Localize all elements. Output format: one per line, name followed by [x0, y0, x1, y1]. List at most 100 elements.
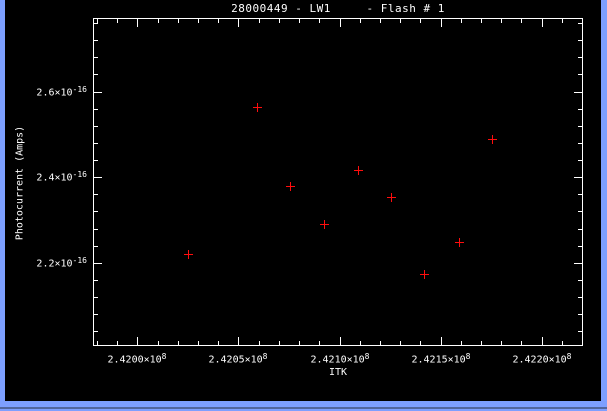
axis-tick — [582, 341, 583, 345]
axis-tick — [562, 341, 563, 345]
axis-tick — [178, 19, 179, 23]
idl-plot-window: 28000449 - LW1 - Flash # 1 2.4200×108 2.4… — [0, 0, 607, 411]
axis-tick — [94, 92, 102, 93]
axis-tick — [158, 19, 159, 23]
data-point-marker — [253, 103, 262, 112]
data-point-marker — [320, 220, 329, 229]
axis-tick — [94, 23, 98, 24]
window-border-left — [0, 0, 5, 401]
axis-tick — [218, 341, 219, 345]
data-point-marker — [455, 238, 464, 247]
axis-tick — [279, 19, 280, 23]
axis-tick — [578, 109, 582, 110]
axis-tick — [117, 19, 118, 23]
axis-tick — [360, 341, 361, 345]
axis-tick — [279, 341, 280, 345]
axis-tick — [94, 263, 102, 264]
axis-tick — [400, 341, 401, 345]
y-axis-title: Photocurrent (Amps) — [15, 126, 26, 240]
axis-tick — [574, 263, 582, 264]
axis-tick — [574, 177, 582, 178]
axis-tick — [94, 280, 98, 281]
axis-tick — [158, 341, 159, 345]
axis-tick — [340, 19, 341, 27]
axis-tick — [380, 19, 381, 23]
axis-tick — [94, 160, 98, 161]
axis-tick — [441, 337, 442, 345]
axis-tick — [117, 341, 118, 345]
window-border-bottom — [0, 401, 607, 411]
axis-tick — [94, 109, 98, 110]
axis-tick — [578, 126, 582, 127]
axis-tick — [218, 19, 219, 23]
data-point-marker — [420, 270, 429, 279]
axis-tick — [259, 19, 260, 23]
axis-tick — [578, 23, 582, 24]
axis-tick — [578, 74, 582, 75]
axis-tick — [578, 211, 582, 212]
x-tick-label: 2.4205×108 — [208, 351, 267, 365]
axis-tick — [441, 19, 442, 27]
axis-tick — [97, 341, 98, 345]
axis-tick — [578, 229, 582, 230]
axis-tick — [562, 19, 563, 23]
axis-tick — [578, 160, 582, 161]
axis-tick — [94, 194, 98, 195]
plot-frame — [93, 18, 583, 346]
axis-tick — [94, 57, 98, 58]
y-tick-label: 2.6×10-16 — [0, 84, 87, 98]
data-point-marker — [387, 193, 396, 202]
axis-tick — [94, 177, 102, 178]
axis-tick — [380, 341, 381, 345]
data-point-marker — [354, 166, 363, 175]
axis-tick — [501, 341, 502, 345]
axis-tick — [94, 331, 98, 332]
x-tick-label: 2.4210×108 — [310, 351, 369, 365]
axis-tick — [578, 297, 582, 298]
y-tick-label: 2.2×10-16 — [0, 255, 87, 269]
axis-tick — [238, 19, 239, 27]
axis-tick — [238, 337, 239, 345]
axis-tick — [360, 19, 361, 23]
axis-tick — [578, 57, 582, 58]
axis-tick — [94, 314, 98, 315]
axis-tick — [578, 314, 582, 315]
axis-tick — [319, 19, 320, 23]
axis-tick — [299, 19, 300, 23]
axis-tick — [481, 19, 482, 23]
axis-tick — [574, 92, 582, 93]
axis-tick — [578, 280, 582, 281]
axis-tick — [501, 19, 502, 23]
data-point-marker — [184, 250, 193, 259]
data-point-marker — [488, 135, 497, 144]
axis-tick — [420, 19, 421, 23]
axis-tick — [137, 19, 138, 27]
axis-tick — [94, 246, 98, 247]
x-tick-label: 2.4200×108 — [107, 351, 166, 365]
axis-tick — [461, 19, 462, 23]
axis-tick — [521, 19, 522, 23]
data-point-marker — [286, 182, 295, 191]
window-border-right — [601, 0, 607, 401]
axis-tick — [94, 126, 98, 127]
axis-tick — [420, 341, 421, 345]
axis-tick — [94, 143, 98, 144]
axis-tick — [582, 19, 583, 23]
axis-tick — [259, 341, 260, 345]
axis-tick — [340, 337, 341, 345]
axis-tick — [578, 40, 582, 41]
axis-tick — [481, 341, 482, 345]
axis-tick — [299, 341, 300, 345]
axis-tick — [94, 211, 98, 212]
axis-tick — [94, 297, 98, 298]
axis-tick — [198, 19, 199, 23]
axis-tick — [178, 341, 179, 345]
axis-tick — [578, 143, 582, 144]
axis-tick — [137, 337, 138, 345]
axis-tick — [521, 341, 522, 345]
axis-tick — [198, 341, 199, 345]
axis-tick — [94, 229, 98, 230]
chart-title: 28000449 - LW1 - Flash # 1 — [93, 2, 583, 15]
axis-tick — [94, 40, 98, 41]
x-tick-label: 2.4215×108 — [411, 351, 470, 365]
